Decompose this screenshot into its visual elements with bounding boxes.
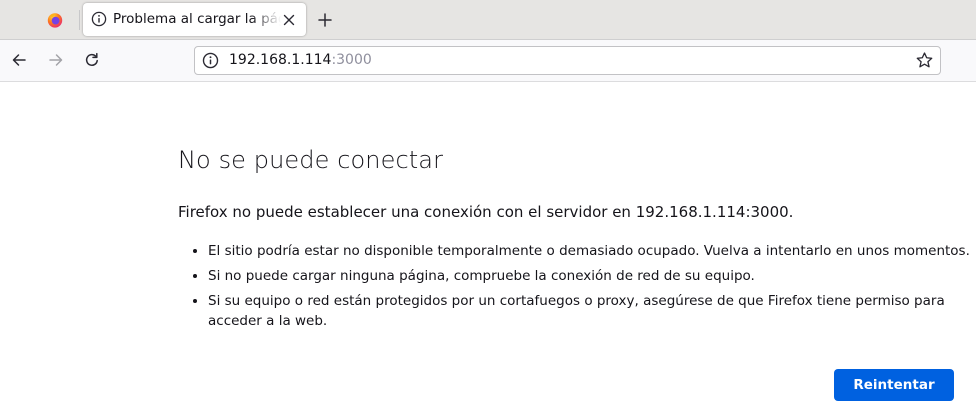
close-icon: [283, 14, 295, 26]
info-icon: [91, 11, 107, 27]
list-item: El sitio podría estar no disponible temp…: [208, 241, 976, 261]
reload-icon: [85, 52, 98, 66]
back-button[interactable]: [6, 47, 32, 73]
suggestion-list: El sitio podría estar no disponible temp…: [190, 241, 976, 336]
arrow-right-icon: [49, 54, 63, 66]
error-title: No se puede conectar: [178, 146, 444, 174]
tab-divider: [79, 10, 80, 30]
star-icon[interactable]: [915, 51, 934, 70]
url-port: :3000: [331, 52, 372, 68]
navigation-toolbar: 192.168.1.114:3000: [0, 40, 976, 82]
tab-title: Problema al cargar la página: [113, 11, 281, 27]
url-bar[interactable]: 192.168.1.114:3000: [194, 46, 941, 75]
plus-icon: [318, 13, 332, 27]
reload-button[interactable]: [79, 47, 105, 73]
list-item: Si su equipo o red están protegidos por …: [208, 291, 976, 331]
url-text[interactable]: 192.168.1.114:3000: [229, 47, 372, 74]
error-description: Firefox no puede establecer una conexión…: [178, 203, 794, 221]
info-icon[interactable]: [202, 52, 219, 69]
new-tab-button[interactable]: [311, 6, 339, 34]
tab-strip: Problema al cargar la página: [0, 0, 976, 40]
list-item: Si no puede cargar ninguna página, compr…: [208, 266, 976, 286]
firefox-logo-icon: [47, 13, 63, 28]
pinned-tab[interactable]: [36, 6, 74, 34]
retry-button[interactable]: Reintentar: [834, 369, 954, 401]
url-host: 192.168.1.114: [229, 52, 332, 68]
forward-button[interactable]: [43, 47, 69, 73]
tab-close-button[interactable]: [280, 11, 298, 29]
tab-active[interactable]: Problema al cargar la página: [83, 3, 306, 36]
arrow-left-icon: [12, 54, 26, 66]
